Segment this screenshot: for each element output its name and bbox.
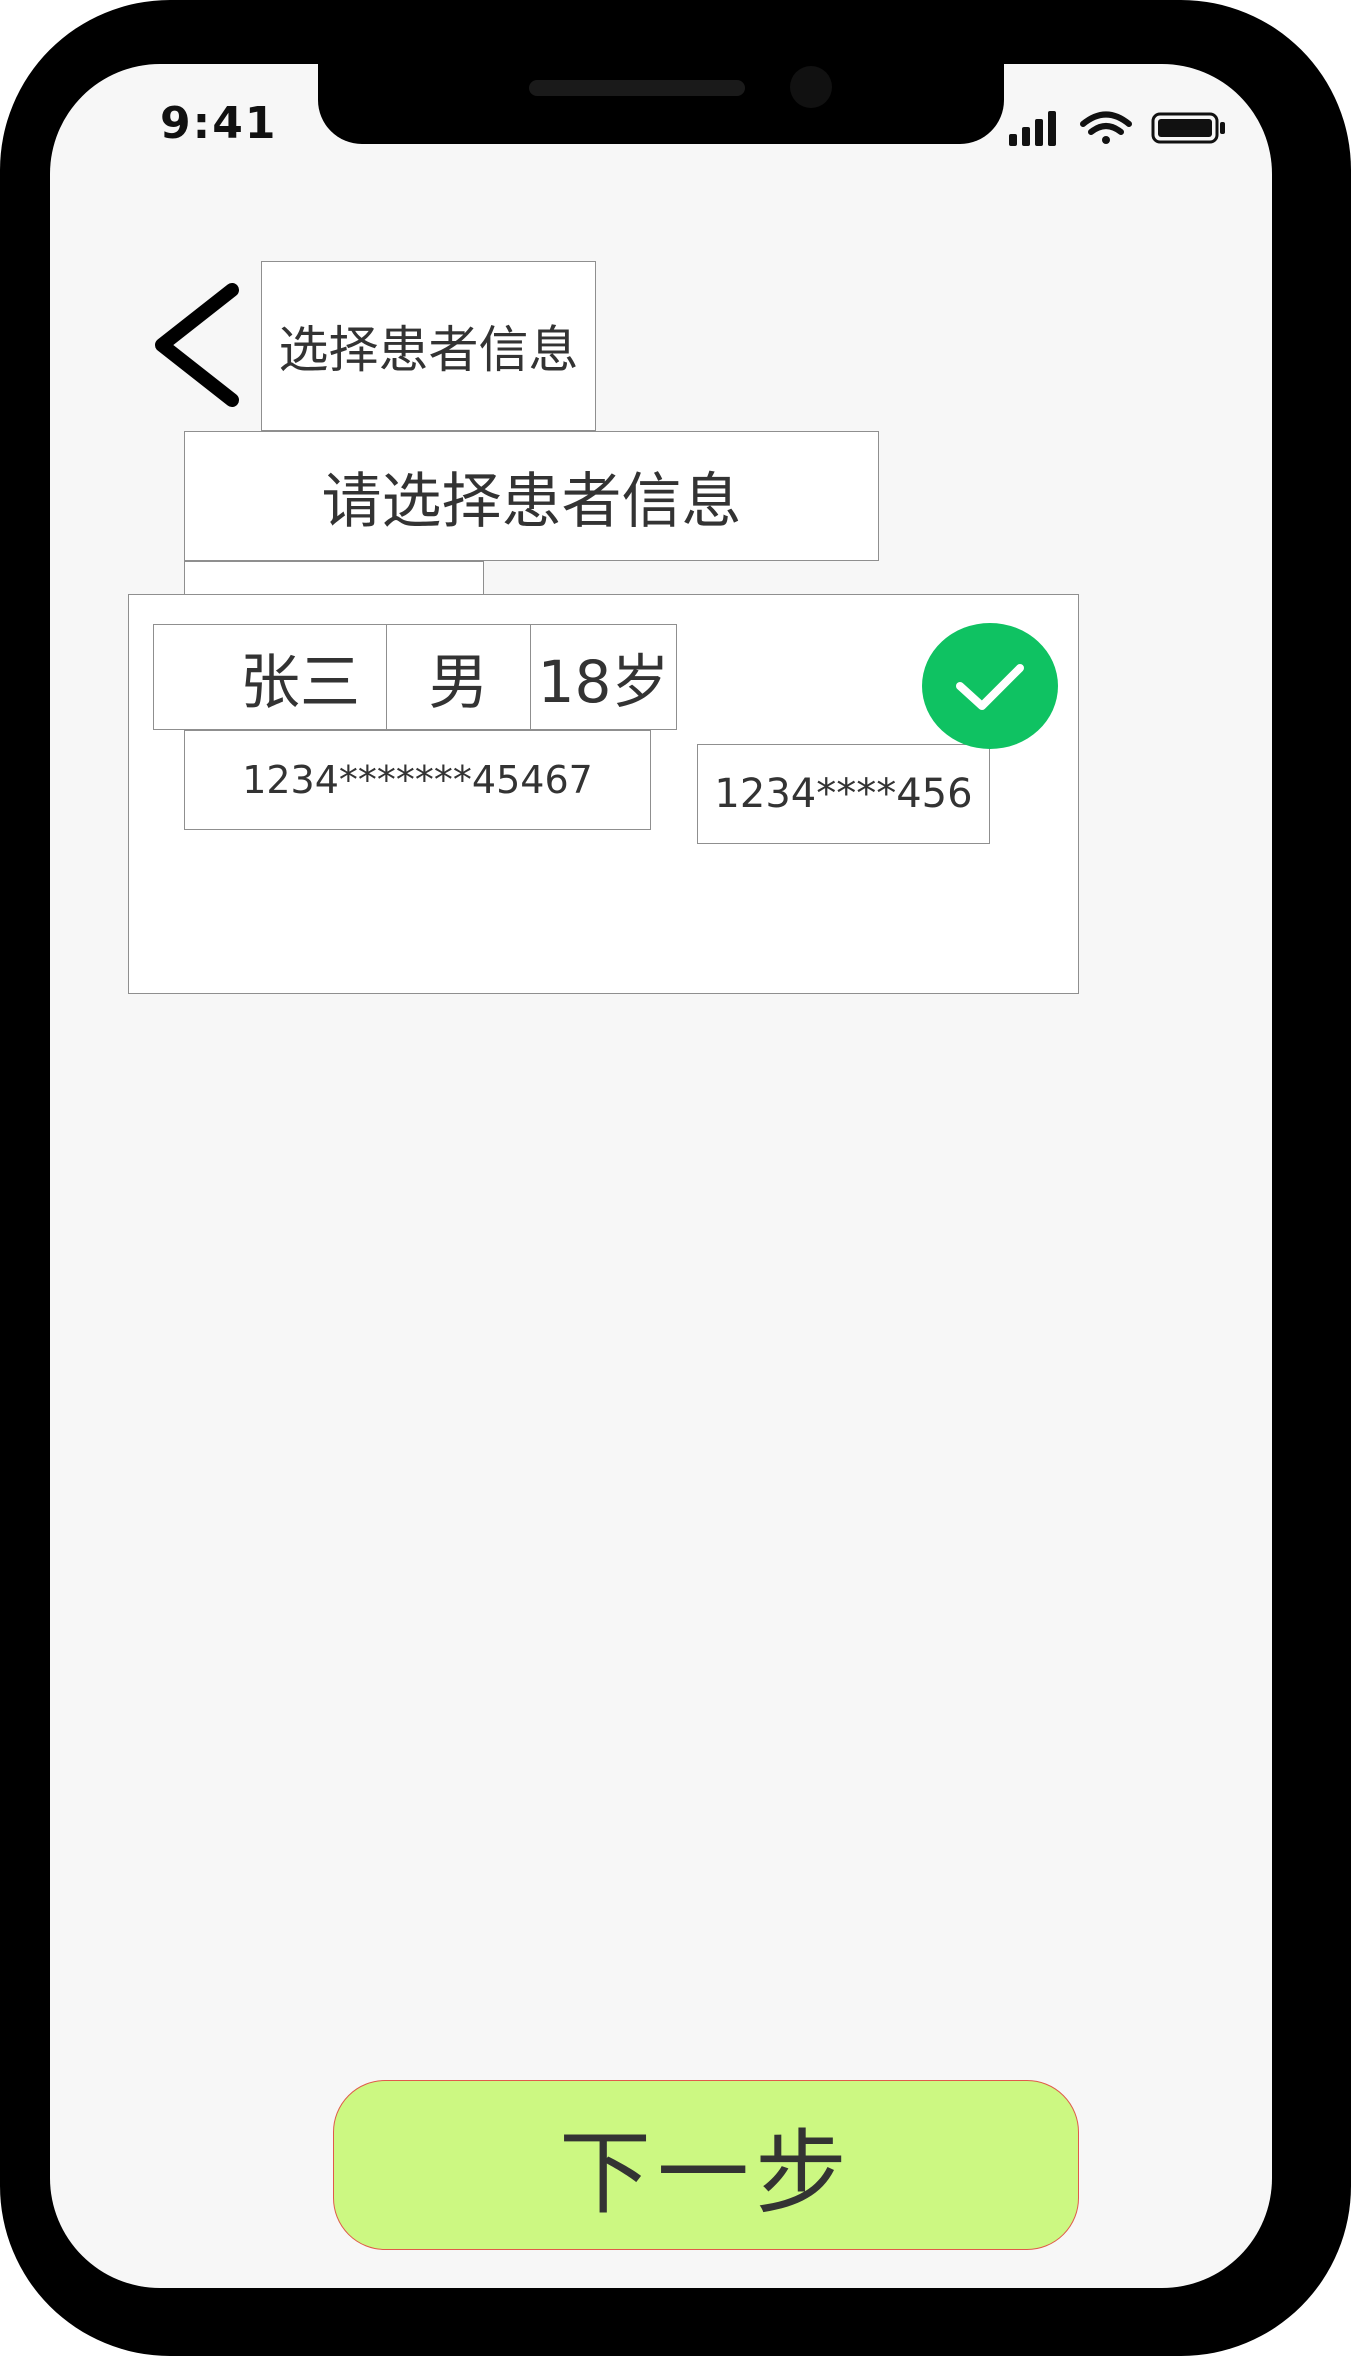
notch — [318, 64, 1004, 144]
patient-phone: 1234****456 — [697, 744, 990, 844]
status-time: 9:41 — [160, 98, 278, 149]
page-title: 选择患者信息 — [261, 261, 596, 431]
check-circle-icon — [922, 623, 1058, 749]
patient-name: 张三 — [153, 624, 387, 730]
checkmark-icon — [956, 664, 1024, 710]
prompt-divider-box — [184, 561, 484, 595]
wifi-icon — [1080, 111, 1132, 144]
speaker — [529, 80, 745, 96]
phone-frame: 9:41 选择患者信息 请选择患者信息 张三 男 18岁 1234*******… — [0, 0, 1351, 2356]
back-button[interactable] — [140, 270, 260, 420]
patient-gender: 男 — [386, 624, 531, 730]
patient-age: 18岁 — [530, 624, 677, 730]
signal-bars-icon — [1009, 111, 1056, 146]
chevron-left-icon — [155, 283, 239, 407]
battery-icon — [1151, 112, 1225, 144]
select-prompt: 请选择患者信息 — [184, 431, 879, 561]
status-icons — [1009, 111, 1225, 146]
next-step-button[interactable]: 下一步 — [333, 2080, 1079, 2250]
front-camera — [790, 66, 832, 108]
patient-id-number: 1234*******45467 — [184, 730, 651, 830]
